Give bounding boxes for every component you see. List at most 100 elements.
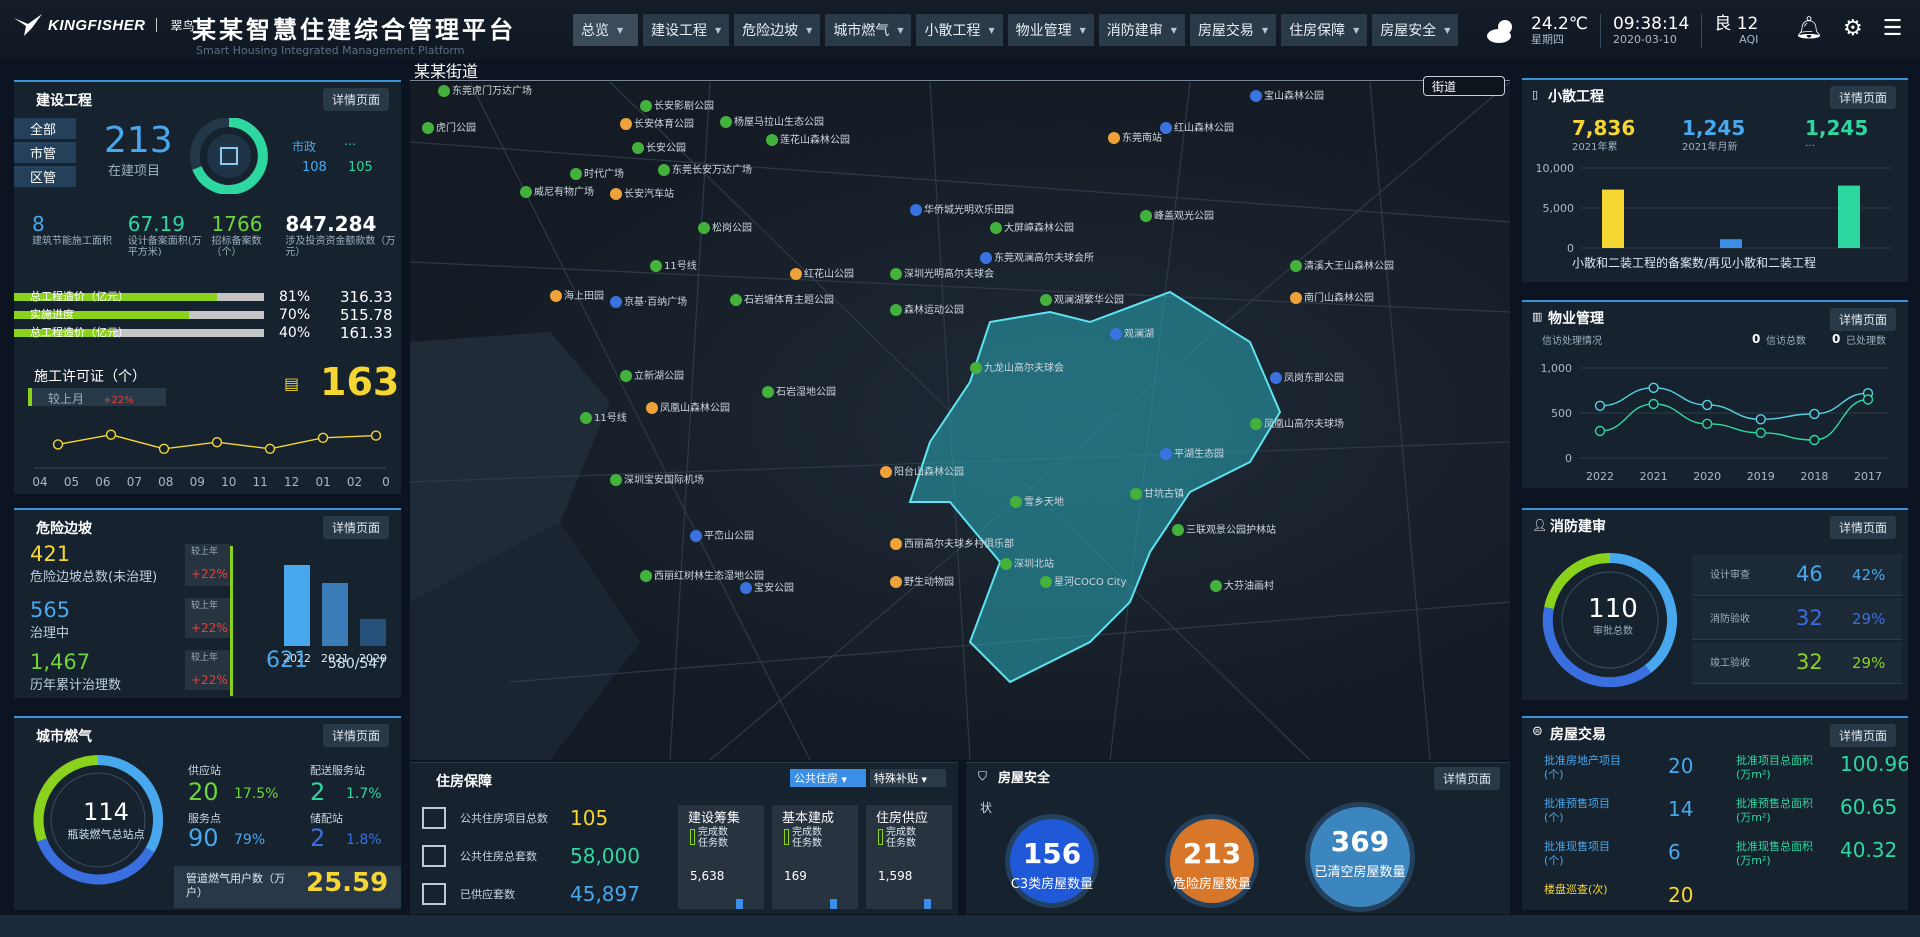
filter-all[interactable]: 全部 (14, 118, 76, 139)
filter-district[interactable]: 区管 (14, 166, 76, 187)
map-poi[interactable]: 长安汽车站 (610, 188, 674, 201)
detail-button[interactable]: 详情页面 (1829, 516, 1896, 539)
property-point (1809, 434, 1820, 446)
map-poi[interactable]: 东莞南站 (1108, 132, 1162, 145)
gear-icon[interactable]: ⚙ (1843, 16, 1863, 41)
map-poi[interactable]: 石岩塘体育主题公园 (730, 294, 834, 307)
map-poi[interactable]: 11号线 (650, 260, 697, 273)
trade-row: 批准房地产项目(个) 20 批准项目总面积(万m²) 100.96 (1544, 748, 1908, 791)
nav-gas[interactable]: 城市燃气 ▼ (825, 14, 912, 46)
map-pin-icon (520, 186, 532, 198)
map-poi[interactable]: 长安公园 (632, 142, 686, 155)
map-poi[interactable]: 石岩湿地公园 (762, 386, 836, 399)
housing-select-b[interactable]: 特殊补贴 ▼ (870, 769, 946, 787)
detail-button[interactable]: 详情页面 (1829, 724, 1896, 747)
poi-label: 森林运动公园 (904, 305, 964, 316)
map-poi[interactable]: 南门山森林公园 (1290, 292, 1374, 305)
map-poi[interactable]: 东莞虎门万达广场 (438, 85, 532, 98)
map-pin-icon (890, 304, 902, 316)
nav-trade[interactable]: 房屋交易 ▼ (1189, 14, 1277, 46)
map-poi[interactable]: 西丽高尔夫球乡村俱乐部 (890, 538, 1014, 551)
map-poi[interactable]: 威尼有物广场 (520, 186, 594, 199)
bell-icon[interactable]: 🔔︎ (1795, 16, 1823, 41)
map-pin-icon (620, 370, 632, 382)
map-pin-icon (1290, 292, 1302, 304)
map-poi[interactable]: 时代广场 (570, 168, 624, 181)
detail-button[interactable]: 详情页面 (322, 516, 389, 539)
map-poi[interactable]: 西丽红树林生态湿地公园 (640, 570, 764, 583)
nav-safety[interactable]: 房屋安全 ▼ (1372, 14, 1459, 46)
map-pin-icon (1010, 496, 1022, 508)
map-poi[interactable]: 观澜湖 (1110, 328, 1154, 341)
map-poi[interactable]: 红花山公园 (790, 268, 854, 281)
map-poi[interactable]: 华侨城光明欢乐田园 (910, 204, 1014, 217)
map-poi[interactable]: 凤岗东部公园 (1270, 372, 1344, 385)
map-poi[interactable]: 深圳光明高尔夫球会 (890, 268, 994, 281)
map-poi[interactable]: 红山森林公园 (1160, 122, 1234, 135)
filter-city[interactable]: 市管 (14, 142, 76, 163)
map-area[interactable]: 东莞虎门万达广场长安影剧公园 杨屋马拉山生态公园 长安体育公园 宝山森林公园虎门公园长… (410, 82, 1510, 760)
map-poi[interactable]: 三联观景公园护林站 (1172, 524, 1276, 537)
detail-button[interactable]: 详情页面 (1829, 308, 1896, 331)
chevron-down-icon: ▼ (1444, 25, 1451, 35)
detail-button[interactable]: 详情页面 (322, 724, 389, 747)
map-pin-icon (720, 116, 732, 128)
map-poi[interactable]: 雪乡天地 (1010, 496, 1064, 509)
map-poi[interactable]: 宝山森林公园 (1250, 90, 1324, 103)
map-poi[interactable]: 大芬油画村 (1210, 580, 1274, 593)
map-poi[interactable]: 阳台山森林公园 (880, 466, 964, 479)
map-poi[interactable]: 森林运动公园 (890, 304, 964, 317)
y-tick-label: 500 (1551, 407, 1572, 420)
detail-button[interactable]: 详情页面 (1829, 86, 1896, 109)
panel-title: 消防建审 (1550, 519, 1606, 535)
aqi-block: 良 12 AQI (1702, 14, 1770, 48)
map-poi[interactable]: 杨屋马拉山生态公园 (720, 116, 824, 129)
nav-property[interactable]: 物业管理 ▼ (1007, 14, 1094, 46)
poi-label: 京基·百纳广场 (624, 297, 688, 308)
nav-fire[interactable]: 消防建审 ▼ (1098, 14, 1185, 46)
map-poi[interactable]: 观澜湖繁华公园 (1040, 294, 1124, 307)
detail-button[interactable]: 详情页面 (1433, 767, 1500, 790)
poi-label: 宝安公园 (754, 583, 794, 594)
map-poi[interactable]: 东莞观澜高尔夫球会所 (980, 252, 1094, 265)
chevron-down-icon: ▼ (806, 25, 813, 35)
map-poi[interactable]: 立新湖公园 (620, 370, 684, 383)
nav-overview[interactable]: 总览 ▼ (573, 14, 638, 46)
map-poi[interactable]: 京基·百纳广场 (610, 296, 687, 309)
nav-slope[interactable]: 危险边坡 ▼ (734, 14, 821, 46)
nav-housing[interactable]: 住房保障 ▼ (1281, 14, 1368, 46)
map-poi[interactable]: 凤凰山高尔夫球场 (1250, 418, 1344, 431)
map-poi[interactable]: 峰盖观光公园 (1140, 210, 1214, 223)
map-poi[interactable]: 11号线 (580, 412, 627, 425)
map-poi[interactable]: 长安影剧公园 (640, 100, 714, 113)
map-poi[interactable]: 宝安公园 (740, 582, 794, 595)
map-poi[interactable]: 清溪大王山森林公园 (1290, 260, 1394, 273)
menu-icon[interactable]: ☰ (1883, 16, 1903, 41)
map-poi[interactable]: 东莞长安万达广场 (658, 164, 752, 177)
nav-small[interactable]: 小散工程 ▼ (916, 14, 1003, 46)
housing-select-a[interactable]: 公共住房 ▼ (790, 769, 866, 787)
nav-construction[interactable]: 建设工程 ▼ (643, 14, 730, 46)
map-poi[interactable]: 莲花山森林公园 (766, 134, 850, 147)
map-poi[interactable]: 长安体育公园 (620, 118, 694, 131)
map-poi[interactable]: 虎门公园 (422, 122, 476, 135)
map-poi[interactable]: 深圳北站 (1000, 558, 1054, 571)
map-poi[interactable]: 甘坑古镇 (1130, 488, 1184, 501)
x-tick-label: 09 (190, 475, 205, 489)
detail-button[interactable]: 详情页面 (322, 88, 389, 111)
map-poi[interactable]: 平湖生态园 (1160, 448, 1224, 461)
map-poi[interactable]: 九龙山高尔夫球会 (970, 362, 1064, 375)
map-poi[interactable]: 平峦山公园 (690, 530, 754, 543)
x-tick-label: 01 (315, 475, 330, 489)
time-block: 09:38:14 2020-03-10 (1601, 14, 1703, 48)
map-poi[interactable]: 松岗公园 (698, 222, 752, 235)
map-poi[interactable]: 星河COCO City (1040, 576, 1127, 589)
map-district-select[interactable]: 街道 (1423, 76, 1505, 96)
map-poi[interactable]: 深圳宝安国际机场 (610, 474, 704, 487)
map-poi[interactable]: 大屏嶂森林公园 (990, 222, 1074, 235)
map-poi[interactable]: 凤凰山森林公园 (646, 402, 730, 415)
map-pin-icon (762, 386, 774, 398)
map-poi[interactable]: 海上田园 (550, 290, 604, 303)
map-poi[interactable]: 野生动物园 (890, 576, 954, 589)
map-pin-icon (646, 402, 658, 414)
